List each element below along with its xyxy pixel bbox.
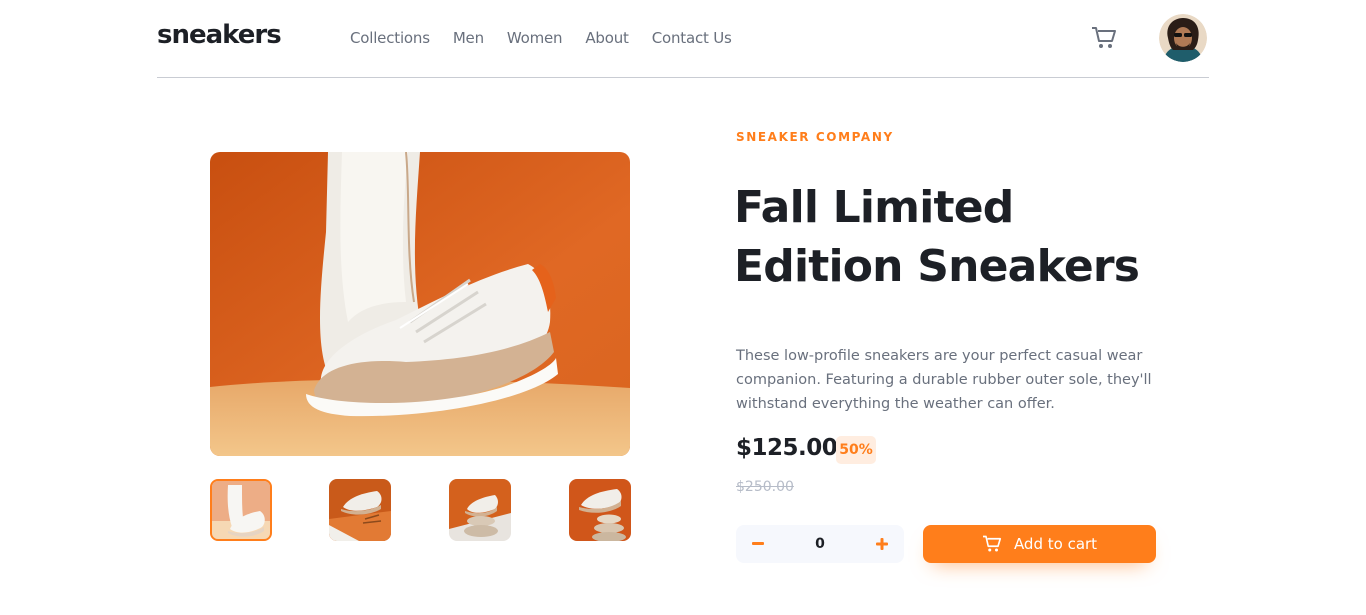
thumbnail-image [449,479,511,541]
add-to-cart-label: Add to cart [1013,535,1098,553]
nav-item-women[interactable]: Women [507,29,563,47]
site-header: sneakers Collections Men Women About Con… [157,0,1209,78]
avatar[interactable] [1159,14,1207,62]
decrease-quantity-button[interactable] [736,525,780,563]
nav-item-collections[interactable]: Collections [350,29,430,47]
nav-item-about[interactable]: About [585,29,629,47]
discount-badge: 50% [836,436,876,464]
cart-button[interactable] [1091,26,1119,52]
brand-logo[interactable]: sneakers [157,20,282,50]
nav-item-men[interactable]: Men [453,29,484,47]
company-label: SNEAKER COMPANY [736,130,894,144]
thumbnail-2[interactable] [329,479,391,541]
thumbnail-image [569,479,631,541]
thumbnail-3[interactable] [449,479,511,541]
plus-icon [876,538,888,550]
product-description: These low-profile sneakers are your perf… [736,348,1152,412]
increase-quantity-button[interactable] [860,525,904,563]
quantity-stepper: 0 [736,525,904,563]
nav-item-contact-us[interactable]: Contact Us [652,29,732,47]
thumbnail-image [212,481,270,539]
quantity-value[interactable]: 0 [780,525,860,563]
cart-icon [1092,27,1116,48]
original-price: $250.00 [736,479,794,495]
product-title: Fall Limited Edition Sneakers [734,178,1154,296]
avatar-image [1159,14,1207,62]
product-title-line-1: Fall Limited [734,182,1014,233]
thumbnail-image [329,479,391,541]
current-price: $125.00 [736,435,838,461]
product-title-line-2: Edition Sneakers [734,241,1140,292]
cart-icon [982,535,1002,552]
product-main-image[interactable] [210,152,630,456]
sneaker-product-photo [210,152,630,456]
add-to-cart-button[interactable]: Add to cart [923,525,1156,563]
main-nav: Collections Men Women About Contact Us [350,29,732,47]
thumbnail-4[interactable] [569,479,631,541]
thumbnail-1[interactable] [210,479,272,541]
minus-icon [752,542,764,545]
